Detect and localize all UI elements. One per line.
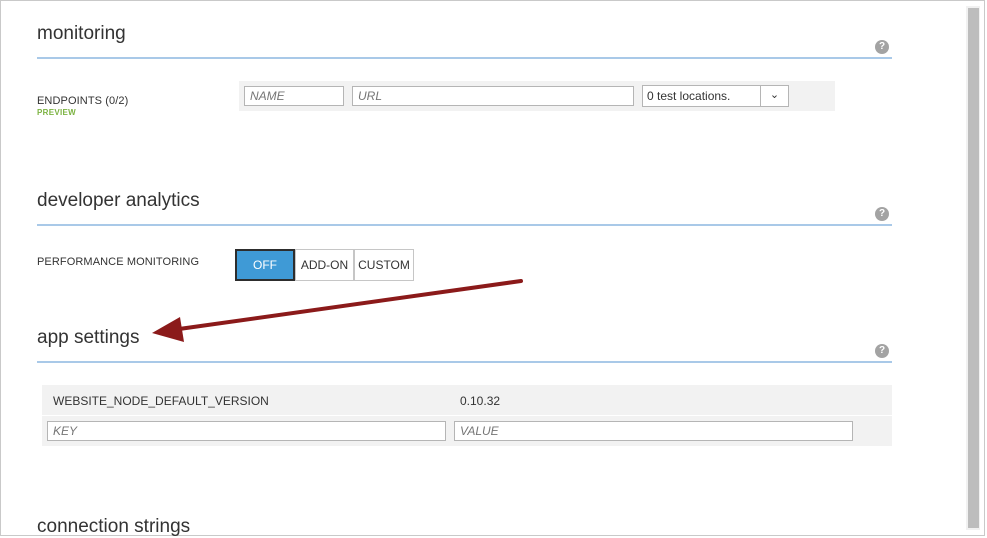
- arrow-annotation-icon: [152, 279, 523, 342]
